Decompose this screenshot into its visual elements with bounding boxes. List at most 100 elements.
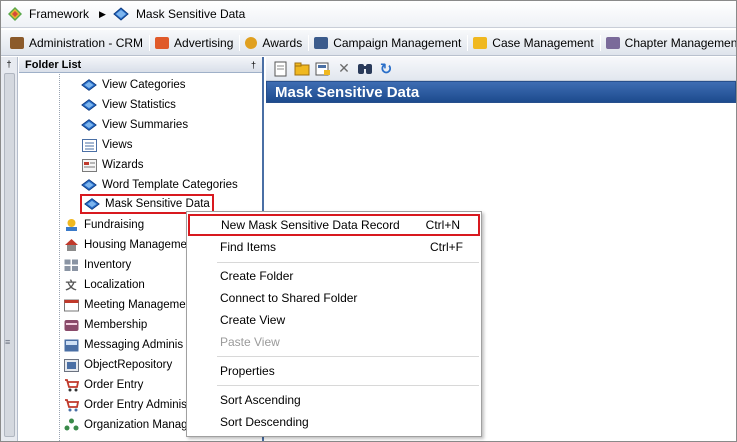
grip-icon[interactable]: ≡ [5,337,10,347]
open-folder-icon[interactable] [293,60,311,78]
tree-item-messaging-administration[interactable]: Messaging Adminis [63,336,183,354]
menu-separator [217,385,479,386]
shortcut-campaign-management[interactable]: Campaign Management [309,33,467,53]
book-icon [81,178,97,192]
shortcut-advertising[interactable]: Advertising [150,33,239,53]
tree-item-label: Views [102,139,133,151]
delete-icon[interactable]: ✕ [335,60,353,78]
menu-item-sort-descending[interactable]: Sort Descending [187,411,481,433]
shortcut-label: Administration - CRM [29,35,144,50]
gutter-scrollbar[interactable] [4,73,15,437]
menu-item-shortcut: Ctrl+F [430,240,463,254]
briefcase-icon [10,36,24,49]
fundraising-icon [63,218,79,232]
calendar-icon [63,298,79,312]
menu-item-paste-view: Paste View [187,331,481,353]
tree-item-label: Order Entry [84,379,144,391]
book-icon [81,78,97,92]
shortcut-awards[interactable]: Awards [240,33,308,53]
tree-item-label: Inventory [84,259,132,271]
folder-icon [473,36,488,49]
tree-item-order-entry-administration[interactable]: Order Entry Adminis [63,396,187,414]
menu-item-properties[interactable]: Properties [187,360,481,382]
tree-item-label: Word Template Categories [102,179,238,191]
tree-item-organization-management[interactable]: Organization Manag [63,416,188,434]
breadcrumb-mask-sensitive-data[interactable]: Mask Sensitive Data [112,6,245,22]
monitor-icon [314,36,329,49]
tree-item-order-entry[interactable]: Order Entry [63,376,143,394]
tree-item-views[interactable]: Views [81,136,132,154]
menu-item-label: Connect to Shared Folder [220,291,358,305]
tree-item-fundraising[interactable]: Fundraising [63,216,144,234]
tree-item-label: ObjectRepository [84,359,173,371]
wizard-icon [81,158,97,172]
breadcrumb-label: Framework [29,7,90,21]
tree-item-object-repository[interactable]: ObjectRepository [63,356,172,374]
menu-item-label: Properties [220,364,275,378]
menu-separator [217,356,479,357]
menu-item-find-items[interactable]: Find Items Ctrl+F [187,236,481,258]
tree-item-localization[interactable]: 文 Localization [63,276,145,294]
localization-icon: 文 [65,280,77,292]
new-record-icon[interactable] [272,60,290,78]
shortcut-toolbar: Administration - CRM Advertising Awards … [1,30,736,56]
pin-icon[interactable]: † [251,60,256,70]
menu-item-label: Sort Descending [220,415,309,429]
tree-item-housing-management[interactable]: Housing Manageme [63,236,187,254]
book-icon [81,98,97,112]
menu-item-create-folder[interactable]: Create Folder [187,265,481,287]
menu-item-shortcut: Ctrl+N [425,218,460,232]
book-icon [81,118,97,132]
page-title-label: Mask Sensitive Data [275,83,420,101]
tree-item-view-summaries[interactable]: View Summaries [81,116,188,134]
menu-item-label: Create Folder [220,269,294,283]
menu-item-new-record[interactable]: New Mask Sensitive Data Record Ctrl+N [188,214,480,236]
shortcut-administration-crm[interactable]: Administration - CRM [5,33,149,53]
page-title: Mask Sensitive Data [266,81,736,103]
menu-item-create-view[interactable]: Create View [187,309,481,331]
shortcut-case-management[interactable]: Case Management [468,33,599,53]
shortcut-chapter-management[interactable]: Chapter Management [601,33,736,53]
menu-item-label: Find Items [220,240,277,254]
tree-item-label: Order Entry Adminis [84,399,187,411]
breadcrumb-framework[interactable]: Framework [7,6,89,22]
menu-item-label: Sort Ascending [220,393,301,407]
breadcrumb-label: Mask Sensitive Data [135,7,246,21]
tree-item-wizards[interactable]: Wizards [81,156,144,174]
tree-item-label: Mask Sensitive Data [105,198,210,210]
shortcut-label: Case Management [492,35,594,50]
shortcut-label: Advertising [174,35,234,50]
menu-item-connect-shared-folder[interactable]: Connect to Shared Folder [187,287,481,309]
tree-item-view-statistics[interactable]: View Statistics [81,96,176,114]
repository-icon [63,358,79,372]
cart-admin-icon [63,398,79,412]
refresh-icon[interactable]: ↻ [377,60,395,78]
tree-item-meeting-management[interactable]: Meeting Manageme [63,296,186,314]
tree-item-label: Wizards [102,159,144,171]
tree-item-word-template-categories[interactable]: Word Template Categories [81,176,238,194]
organization-icon [63,418,79,432]
framework-icon [8,7,22,21]
tree-item-label: View Summaries [102,119,189,131]
menu-item-sort-ascending[interactable]: Sort Ascending [187,389,481,411]
award-icon [245,36,258,49]
menu-item-label: Create View [220,313,286,327]
tree-item-label: Meeting Manageme [84,299,186,311]
find-icon[interactable] [356,60,374,78]
shortcut-label: Campaign Management [333,35,462,50]
cart-icon [63,378,79,392]
tree-connector [59,74,60,441]
list-icon [81,138,97,152]
pin-icon[interactable]: † [1,57,17,71]
book-icon [84,197,100,211]
tree-item-label: View Statistics [102,99,176,111]
properties-icon[interactable] [314,60,332,78]
membership-icon [63,318,79,332]
tree-item-inventory[interactable]: Inventory [63,256,131,274]
tree-item-label: Housing Manageme [84,239,187,251]
tree-item-view-categories[interactable]: View Categories [81,76,186,94]
breadcrumb: Framework ▶ Mask Sensitive Data [1,1,736,28]
chevron-right-icon: ▶ [99,8,106,19]
tree-item-label: Messaging Adminis [84,339,184,351]
tree-item-membership[interactable]: Membership [63,316,147,334]
